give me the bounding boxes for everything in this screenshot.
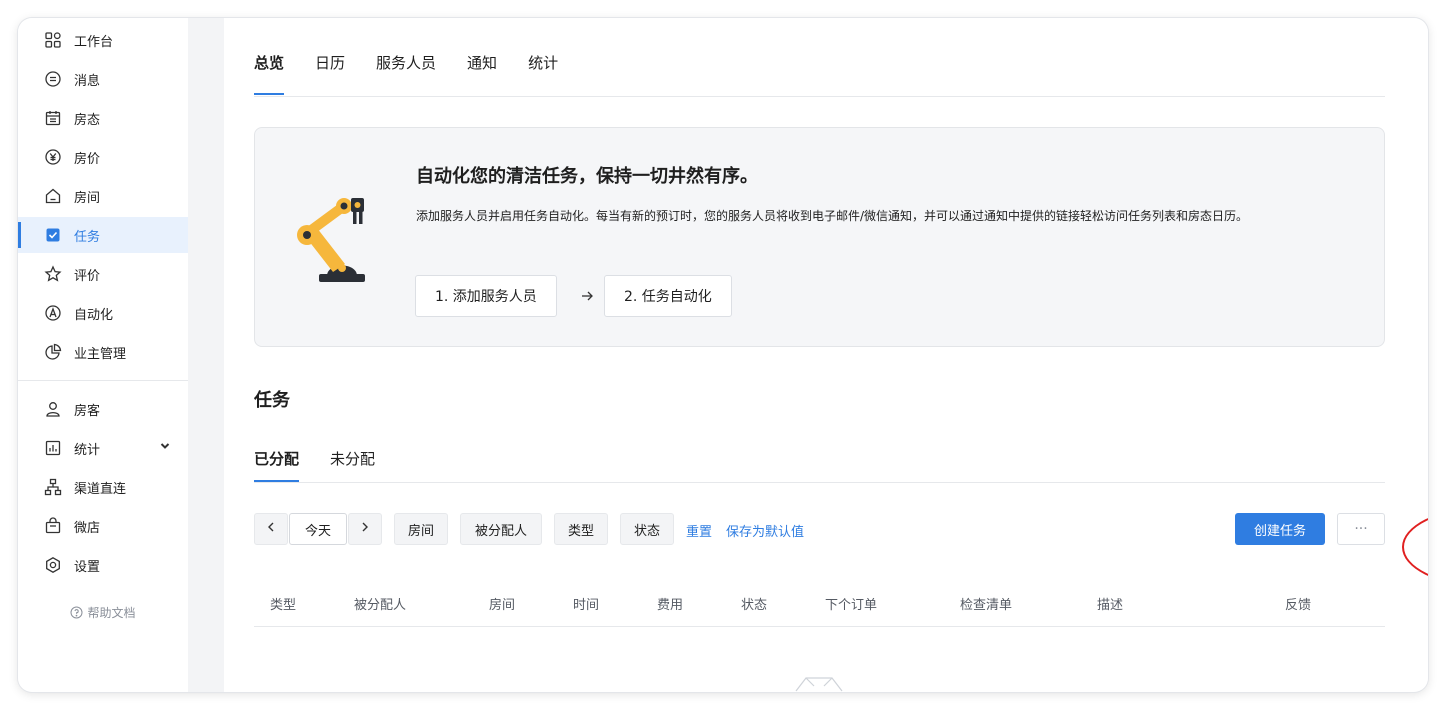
column-header[interactable]: 描述 [1097,594,1123,613]
sidebar-item-label: 房间 [74,190,101,206]
sidebar-item-label: 消息 [74,73,101,89]
bag-icon [44,517,62,535]
sidebar-item-automation[interactable]: 自动化 [18,295,188,331]
help-docs-link[interactable]: 帮助文档 [18,604,188,621]
pie-icon [44,343,62,361]
sidebar-item-label: 渠道直连 [74,481,127,497]
sidebar-item-shop[interactable]: 微店 [18,508,188,544]
sidebar-item-room-price[interactable]: 房价 [18,139,188,175]
highlight-annotation [1402,508,1428,586]
sidebar-item-label: 工作台 [74,34,114,50]
sidebar-item-label: 房客 [74,403,101,419]
sidebar-item-tasks[interactable]: 任务 [18,217,188,253]
filter-type-button[interactable]: 类型 [554,513,608,545]
empty-box-icon [794,674,844,692]
create-task-button[interactable]: 创建任务 [1235,513,1325,545]
robot-arm-icon [289,190,369,284]
column-header[interactable]: 费用 [657,594,683,613]
task-automation-button[interactable]: 2. 任务自动化 [604,275,732,317]
chevron-left-icon [265,521,277,537]
sidebar-item-label: 房态 [74,112,101,128]
checkbox-icon [44,226,62,244]
grid-icon [44,31,62,49]
promo-title: 自动化您的清洁任务，保持一切井然有序。 [416,166,758,187]
tab-unassigned[interactable]: 未分配 [330,448,375,469]
tab-notifications[interactable]: 通知 [467,52,497,80]
star-icon [44,265,62,283]
tab-staff[interactable]: 服务人员 [376,52,436,80]
sidebar-item-messages[interactable]: 消息 [18,61,188,97]
sidebar-item-label: 统计 [74,442,101,458]
sidebar-item-channels[interactable]: 渠道直连 [18,469,188,505]
sidebar: 工作台 消息 房态 房价 房间 任务 评价 自动化 业主管理 房客 统计 渠道直… [18,18,188,692]
column-header[interactable]: 状态 [741,594,767,613]
tab-statistics[interactable]: 统计 [528,52,558,80]
stats-icon [44,439,62,457]
column-header[interactable]: 类型 [270,594,296,613]
column-header[interactable]: 时间 [573,594,599,613]
prev-day-button[interactable] [254,513,288,545]
sidebar-item-statistics[interactable]: 统计 [18,430,188,466]
save-default-link[interactable]: 保存为默认值 [726,521,804,540]
network-icon [44,478,62,496]
tabs-divider [254,96,1385,97]
sidebar-item-workbench[interactable]: 工作台 [18,22,188,58]
sidebar-item-rooms[interactable]: 房间 [18,178,188,214]
task-sub-tabs: 已分配 未分配 [254,448,406,482]
tab-overview[interactable]: 总览 [254,52,285,95]
sub-tabs-divider [254,482,1385,483]
promo-description: 添加服务人员并启用任务自动化。每当有新的预订时，您的服务人员将收到电子邮件/微信… [416,209,1249,223]
sidebar-item-label: 微店 [74,520,101,536]
filter-room-button[interactable]: 房间 [394,513,448,545]
column-header[interactable]: 反馈 [1285,594,1311,613]
column-header[interactable]: 房间 [489,594,515,613]
task-toolbar: 今天 房间 被分配人 类型 状态 重置 保存为默认值 创建任务 ··· [254,513,1385,545]
table-header-divider [254,626,1385,627]
sidebar-item-label: 设置 [74,559,101,575]
sidebar-item-label: 评价 [74,268,101,284]
add-staff-button[interactable]: 1. 添加服务人员 [415,275,557,317]
main-panel: 总览 日历 服务人员 通知 统计 自动化您的清洁任务，保持一切井然有序。 添加服… [224,18,1428,692]
sidebar-item-label: 自动化 [74,307,114,323]
sidebar-item-label: 任务 [74,229,101,245]
tab-calendar[interactable]: 日历 [315,52,345,80]
automation-icon [44,304,62,322]
sidebar-item-settings[interactable]: 设置 [18,547,188,583]
yen-icon [44,148,62,166]
settings-icon [44,556,62,574]
more-options-button[interactable]: ··· [1337,513,1385,545]
message-icon [44,70,62,88]
sidebar-item-owners[interactable]: 业主管理 [18,334,188,370]
section-title: 任务 [254,390,290,411]
automation-promo-card: 自动化您的清洁任务，保持一切井然有序。 添加服务人员并启用任务自动化。每当有新的… [254,127,1385,347]
today-button[interactable]: 今天 [289,513,347,545]
filter-assignee-button[interactable]: 被分配人 [460,513,542,545]
tab-assigned[interactable]: 已分配 [254,448,300,482]
column-header[interactable]: 下个订单 [825,594,877,613]
help-icon [70,606,83,619]
sidebar-item-label: 房价 [74,151,101,167]
next-day-button[interactable] [348,513,382,545]
column-header[interactable]: 检查清单 [960,594,1012,613]
chevron-down-icon[interactable] [158,439,172,453]
task-table-header: 类型 被分配人 房间 时间 费用 状态 下个订单 检查清单 描述 反馈 [254,590,1385,628]
sidebar-divider [18,380,188,381]
app-window: 工作台 消息 房态 房价 房间 任务 评价 自动化 业主管理 房客 统计 渠道直… [18,18,1428,692]
reset-link[interactable]: 重置 [686,521,712,540]
help-docs-label: 帮助文档 [87,606,136,620]
arrow-right-icon [579,288,595,304]
calendar-icon [44,109,62,127]
chevron-right-icon [359,521,371,537]
sidebar-item-room-status[interactable]: 房态 [18,100,188,136]
filter-status-button[interactable]: 状态 [620,513,674,545]
sidebar-item-guests[interactable]: 房客 [18,391,188,427]
top-tabs: 总览 日历 服务人员 通知 统计 [254,52,589,95]
sidebar-item-label: 业主管理 [74,346,127,362]
sidebar-item-reviews[interactable]: 评价 [18,256,188,292]
column-header[interactable]: 被分配人 [354,594,406,613]
user-icon [44,400,62,418]
house-icon [44,187,62,205]
